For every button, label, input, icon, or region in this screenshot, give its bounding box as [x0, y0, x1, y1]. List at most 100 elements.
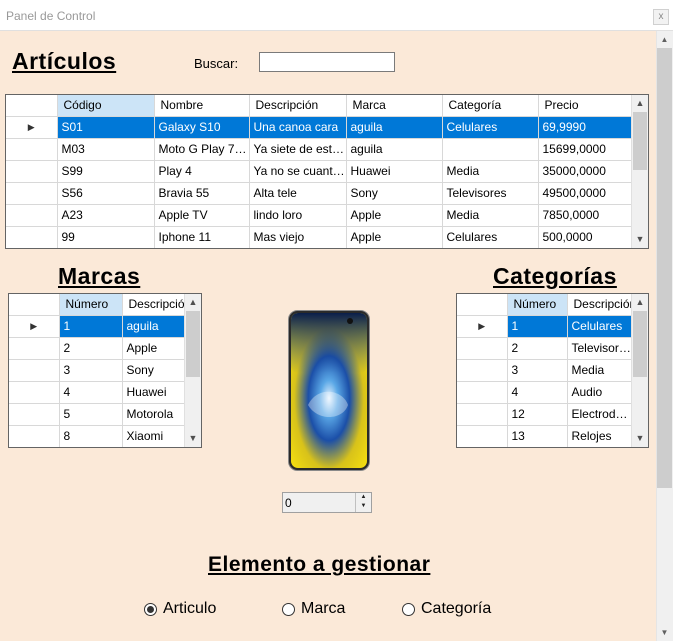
- column-header-categoria[interactable]: Categoría: [442, 95, 539, 117]
- cell-codigo[interactable]: M03: [57, 138, 155, 161]
- cell-descripcion[interactable]: lindo loro: [249, 204, 347, 227]
- window-scroll-thumb[interactable]: [657, 48, 672, 488]
- radio-unchecked-icon[interactable]: [282, 602, 295, 616]
- stepper-value[interactable]: 0: [285, 496, 292, 510]
- cell-numero[interactable]: 1: [507, 315, 568, 338]
- scroll-thumb[interactable]: [633, 311, 647, 377]
- table-row[interactable]: 2 Televisores: [457, 337, 633, 360]
- radio-marca[interactable]: Marca: [282, 600, 345, 618]
- cell-descripcion[interactable]: Una canoa cara: [249, 116, 347, 139]
- cell-precio[interactable]: 69,9990: [538, 116, 633, 139]
- scroll-down-icon[interactable]: ▼: [185, 430, 201, 447]
- cell-numero[interactable]: 1: [59, 315, 123, 338]
- column-header-numero[interactable]: Número: [59, 294, 123, 316]
- table-row[interactable]: 3 Media: [457, 359, 633, 382]
- cell-descripcion[interactable]: Xiaomi: [122, 425, 186, 447]
- cell-descripcion[interactable]: Motorola: [122, 403, 186, 426]
- cell-descripcion[interactable]: Ya no se cuanta...: [249, 160, 347, 183]
- row-header[interactable]: [457, 337, 508, 360]
- cell-precio[interactable]: 49500,0000: [538, 182, 633, 205]
- table-row[interactable]: 13 Relojes: [457, 425, 633, 447]
- cell-categoria[interactable]: Celulares: [442, 116, 539, 139]
- scroll-down-icon[interactable]: ▼: [632, 430, 648, 447]
- cell-codigo[interactable]: A23: [57, 204, 155, 227]
- cell-codigo[interactable]: S01: [57, 116, 155, 139]
- cell-nombre[interactable]: Moto G Play 7m...: [154, 138, 250, 161]
- column-header-nombre[interactable]: Nombre: [154, 95, 250, 117]
- cell-descripcion[interactable]: Media: [567, 359, 633, 382]
- table-row[interactable]: S99 Play 4 Ya no se cuanta... Huawei Med…: [6, 160, 633, 183]
- cell-descripcion[interactable]: Apple: [122, 337, 186, 360]
- cell-nombre[interactable]: Play 4: [154, 160, 250, 183]
- table-row[interactable]: 5 Motorola: [9, 403, 186, 426]
- cell-descripcion[interactable]: Celulares: [567, 315, 633, 338]
- table-row[interactable]: ▶ S01 Galaxy S10 Una canoa cara aguila C…: [6, 116, 633, 139]
- cell-categoria[interactable]: Media: [442, 160, 539, 183]
- table-row[interactable]: S56 Bravia 55 Alta tele Sony Televisores…: [6, 182, 633, 205]
- cell-descripcion[interactable]: Relojes: [567, 425, 633, 447]
- column-header-marca[interactable]: Marca: [346, 95, 443, 117]
- row-header[interactable]: [9, 337, 60, 360]
- row-header[interactable]: [6, 160, 58, 183]
- cell-numero[interactable]: 5: [59, 403, 123, 426]
- stepper-down-icon[interactable]: ▼: [356, 502, 371, 511]
- cell-marca[interactable]: Apple: [346, 226, 443, 248]
- quantity-stepper[interactable]: 0 ▲ ▼: [282, 492, 372, 513]
- column-header-descripcion[interactable]: Descripción: [567, 294, 633, 316]
- row-header[interactable]: [6, 204, 58, 227]
- table-row[interactable]: 4 Huawei: [9, 381, 186, 404]
- cell-categoria[interactable]: Media: [442, 204, 539, 227]
- cell-descripcion[interactable]: Electrodo...: [567, 403, 633, 426]
- column-header-descripcion[interactable]: Descripción: [122, 294, 186, 316]
- cell-codigo[interactable]: 99: [57, 226, 155, 248]
- table-row[interactable]: ▶ 1 Celulares: [457, 315, 633, 338]
- marcas-grid[interactable]: Número Descripción ▶ 1 aguila 2 Apple 3: [8, 293, 202, 448]
- radio-articulo[interactable]: Articulo: [144, 600, 216, 618]
- cell-categoria[interactable]: [442, 138, 539, 161]
- row-header[interactable]: [9, 425, 60, 447]
- cell-nombre[interactable]: Apple TV: [154, 204, 250, 227]
- cell-nombre[interactable]: Galaxy S10: [154, 116, 250, 139]
- column-header-descripcion[interactable]: Descripción: [249, 95, 347, 117]
- row-header[interactable]: [457, 381, 508, 404]
- articulos-scrollbar[interactable]: ▲ ▼: [631, 95, 648, 248]
- column-header-codigo[interactable]: Código: [57, 95, 155, 117]
- scroll-down-icon[interactable]: ▼: [632, 231, 648, 248]
- cell-descripcion[interactable]: Alta tele: [249, 182, 347, 205]
- cell-numero[interactable]: 3: [507, 359, 568, 382]
- cell-numero[interactable]: 2: [59, 337, 123, 360]
- table-row[interactable]: 99 Iphone 11 Mas viejo Apple Celulares 5…: [6, 226, 633, 248]
- cell-precio[interactable]: 500,0000: [538, 226, 633, 248]
- cell-marca[interactable]: Sony: [346, 182, 443, 205]
- cell-marca[interactable]: Huawei: [346, 160, 443, 183]
- table-row[interactable]: 8 Xiaomi: [9, 425, 186, 447]
- cell-categoria[interactable]: Televisores: [442, 182, 539, 205]
- cell-descripcion[interactable]: Televisores: [567, 337, 633, 360]
- row-header[interactable]: [457, 359, 508, 382]
- cell-marca[interactable]: aguila: [346, 138, 443, 161]
- cell-descripcion[interactable]: Audio: [567, 381, 633, 404]
- radio-unchecked-icon[interactable]: [402, 602, 415, 616]
- cell-numero[interactable]: 12: [507, 403, 568, 426]
- close-button[interactable]: x: [653, 9, 669, 25]
- categorias-grid[interactable]: Número Descripción ▶ 1 Celulares 2 Telev…: [456, 293, 649, 448]
- stepper-up-icon[interactable]: ▲: [356, 493, 371, 502]
- window-scroll-up-icon[interactable]: ▲: [656, 31, 673, 48]
- search-input[interactable]: [259, 52, 395, 72]
- scroll-up-icon[interactable]: ▲: [185, 294, 201, 311]
- row-header[interactable]: [6, 182, 58, 205]
- cell-numero[interactable]: 8: [59, 425, 123, 447]
- cell-nombre[interactable]: Bravia 55: [154, 182, 250, 205]
- scroll-up-icon[interactable]: ▲: [632, 95, 648, 112]
- cell-numero[interactable]: 2: [507, 337, 568, 360]
- table-row[interactable]: M03 Moto G Play 7m... Ya siete de estos?…: [6, 138, 633, 161]
- column-header-precio[interactable]: Precio: [538, 95, 633, 117]
- cell-descripcion[interactable]: Mas viejo: [249, 226, 347, 248]
- window-scroll-down-icon[interactable]: ▼: [656, 624, 673, 641]
- scroll-thumb[interactable]: [186, 311, 200, 377]
- row-header[interactable]: [9, 403, 60, 426]
- column-header-numero[interactable]: Número: [507, 294, 568, 316]
- table-row[interactable]: 2 Apple: [9, 337, 186, 360]
- cell-numero[interactable]: 13: [507, 425, 568, 447]
- cell-numero[interactable]: 4: [507, 381, 568, 404]
